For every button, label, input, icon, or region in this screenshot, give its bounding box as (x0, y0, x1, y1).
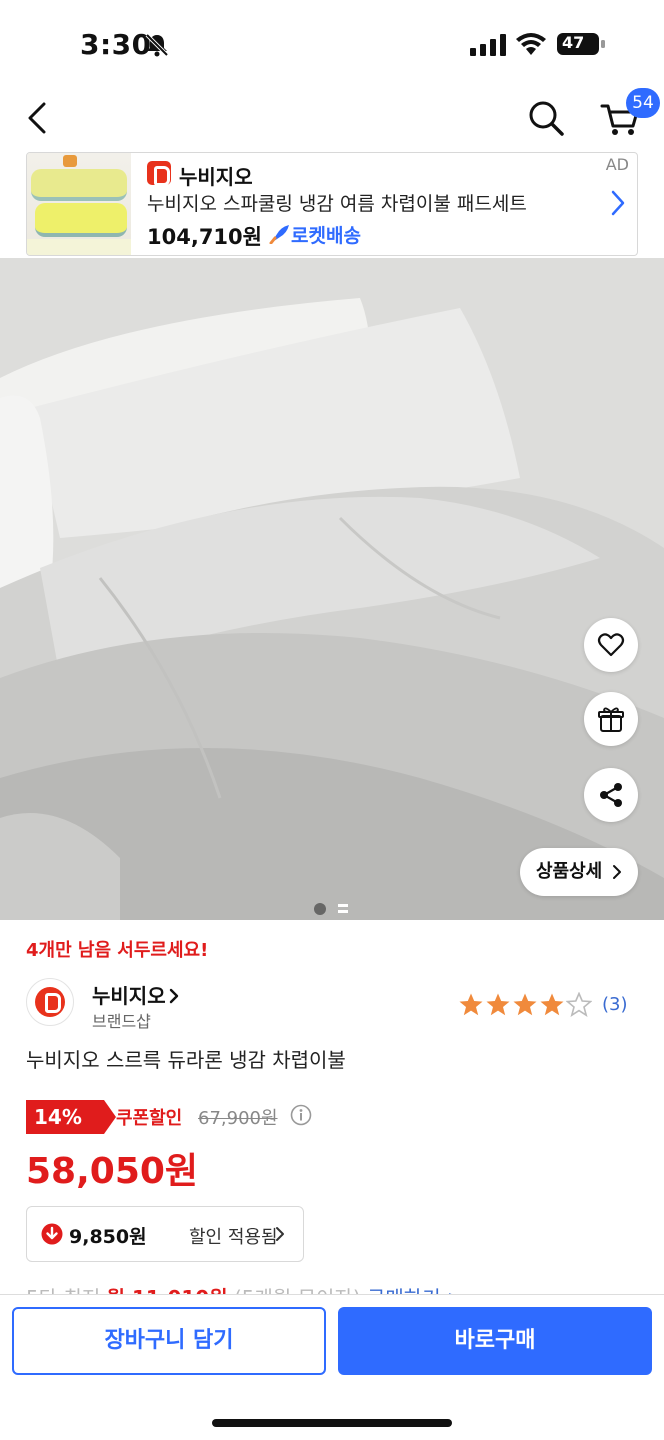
info-icon[interactable] (290, 1104, 312, 1126)
ad-rocket-delivery: 로켓배송 (269, 221, 361, 248)
store-type: 브랜드샵 (92, 1012, 151, 1031)
thumb-logo (63, 155, 77, 167)
store-name-link[interactable]: 누비지오 (92, 980, 180, 1009)
bell-muted-icon (145, 33, 169, 57)
discount-rate-badge: 14% (26, 1100, 116, 1134)
battery-level: 47 (562, 33, 585, 52)
ad-brand-name: 누비지오 (179, 165, 253, 189)
product-detail-button[interactable]: 상품상세 (520, 848, 638, 896)
product-title: 누비지오 스르륵 듀라론 냉감 차렵이불 (26, 1048, 346, 1072)
search-icon[interactable] (526, 98, 566, 138)
star-filled-icon (459, 993, 483, 1016)
star-filled-icon (513, 993, 537, 1016)
buy-now-button[interactable]: 바로구매 (338, 1307, 652, 1375)
star-filled-icon (540, 993, 564, 1016)
thumb-bedding (27, 239, 131, 255)
bottom-action-bar: 장바구니 담기 바로구매 (0, 1294, 664, 1440)
store-logo-mark (35, 987, 65, 1017)
bedding-photo (0, 258, 664, 920)
product-image[interactable]: 상품상세 (0, 258, 664, 920)
gift-icon (598, 707, 624, 732)
discount-amount: 9,850원 (69, 1226, 147, 1248)
thumb-pillow-bottom (35, 203, 127, 237)
chevron-right-icon (613, 865, 621, 879)
share-icon (600, 783, 622, 807)
final-price: 58,050원 (26, 1151, 199, 1192)
image-page-dots (314, 903, 348, 915)
stock-urgency-text: 4개만 남음 서두르세요! (26, 940, 209, 961)
share-button[interactable] (584, 768, 638, 822)
star-empty-icon (566, 992, 592, 1017)
heart-icon (597, 633, 625, 657)
ad-tag: AD (605, 155, 629, 174)
gift-button[interactable] (584, 692, 638, 746)
discount-applied-box[interactable]: 9,850원 할인 적용됨 (26, 1206, 304, 1262)
add-to-cart-button[interactable]: 장바구니 담기 (12, 1307, 326, 1375)
chevron-right-icon (169, 988, 178, 1004)
ad-delivery-label: 로켓배송 (291, 225, 361, 247)
ad-price: 104,710원 (147, 225, 262, 249)
chevron-right-icon (276, 1227, 284, 1241)
status-time: 3:30 (80, 28, 152, 61)
store-logo[interactable] (26, 978, 74, 1026)
ad-brand-logo (147, 161, 171, 186)
rocket-icon (269, 225, 289, 244)
ad-banner[interactable]: 누비지오 AD 누비지오 스파쿨링 냉감 여름 차렵이불 패드세트 104,71… (26, 152, 638, 256)
discount-applied-text: 할인 적용됨 (189, 1227, 278, 1248)
home-indicator[interactable] (212, 1419, 452, 1427)
rating-count[interactable]: (3) (602, 994, 628, 1015)
cart-count-badge: 54 (626, 88, 660, 118)
battery-indicator: 47 (556, 32, 606, 56)
chevron-right-icon (611, 190, 625, 216)
coupon-discount-label: 쿠폰할인 (116, 1108, 183, 1129)
down-arrow-icon (41, 1223, 63, 1245)
store-name: 누비지오 (92, 984, 166, 1008)
product-detail-label: 상품상세 (536, 861, 603, 882)
top-nav: 54 (0, 88, 664, 150)
back-icon[interactable] (22, 100, 52, 136)
status-bar: 3:30 47 (0, 0, 664, 90)
ad-thumbnail (27, 153, 131, 255)
ad-title: 누비지오 스파쿨링 냉감 여름 차렵이불 패드세트 (147, 193, 527, 215)
signal-icon (470, 34, 506, 56)
rating-stars[interactable] (458, 992, 593, 1018)
thumb-pillow-top (31, 169, 127, 201)
original-price: 67,900원 (198, 1108, 278, 1129)
wifi-icon (516, 33, 546, 55)
star-filled-icon (486, 993, 510, 1016)
wishlist-button[interactable] (584, 618, 638, 672)
